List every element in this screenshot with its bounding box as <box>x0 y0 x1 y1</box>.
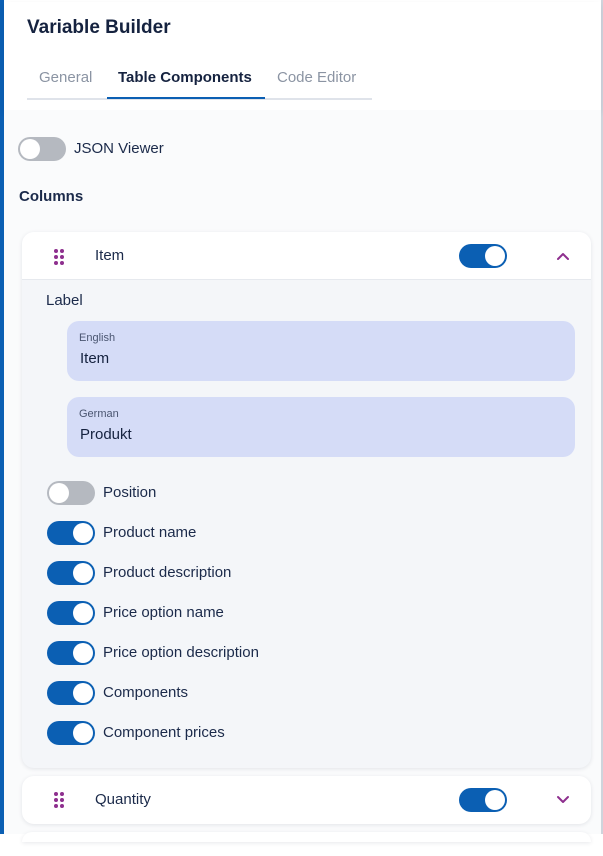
option-label: Component prices <box>103 724 225 741</box>
product-name-toggle[interactable] <box>47 521 95 545</box>
option-label: Position <box>103 484 157 501</box>
option-label: Product description <box>103 564 232 581</box>
column-card-header[interactable]: Item <box>22 232 591 280</box>
column-item-toggle[interactable] <box>459 244 507 268</box>
column-card-quantity[interactable]: Quantity <box>22 776 591 824</box>
component-prices-toggle[interactable] <box>47 721 95 745</box>
active-tab-indicator <box>107 97 265 99</box>
option-label: Product name <box>103 524 197 541</box>
column-card-next <box>22 832 591 842</box>
product-description-toggle[interactable] <box>47 561 95 585</box>
page-title: Variable Builder <box>27 17 171 38</box>
chevron-up-icon[interactable] <box>556 249 570 263</box>
price-option-name-toggle[interactable] <box>47 601 95 625</box>
tab-bar: General Table Components Code Editor <box>27 64 372 100</box>
option-label: Components <box>103 684 189 701</box>
drag-handle-icon[interactable] <box>54 792 64 808</box>
option-label: Price option description <box>103 644 259 661</box>
option-label: Price option name <box>103 604 224 621</box>
german-label-field[interactable]: German Produkt <box>67 397 575 457</box>
column-card-item: Item Label English Item German Produkt P… <box>22 232 591 768</box>
column-quantity-toggle[interactable] <box>459 788 507 812</box>
tab-general[interactable]: General <box>39 69 92 100</box>
chevron-down-icon[interactable] <box>556 793 570 807</box>
field-language: German <box>79 408 119 420</box>
column-name: Item <box>95 247 125 264</box>
components-toggle[interactable] <box>47 681 95 705</box>
panel-content: JSON Viewer Columns Item Label English I… <box>4 110 601 842</box>
tab-code-editor[interactable]: Code Editor <box>277 69 356 100</box>
price-option-description-toggle[interactable] <box>47 641 95 665</box>
panel-header: Variable Builder General Table Component… <box>4 2 601 110</box>
drag-handle-icon[interactable] <box>54 249 64 265</box>
position-toggle[interactable] <box>47 481 95 505</box>
column-name: Quantity <box>95 791 151 808</box>
tab-table-components[interactable]: Table Components <box>118 69 252 100</box>
label-heading: Label <box>46 292 83 309</box>
json-viewer-toggle[interactable] <box>18 137 66 161</box>
english-label-field[interactable]: English Item <box>67 321 575 381</box>
field-value: Item <box>80 350 110 367</box>
json-viewer-label: JSON Viewer <box>74 140 164 157</box>
field-value: Produkt <box>80 426 132 443</box>
columns-heading: Columns <box>19 188 84 205</box>
field-language: English <box>79 332 116 344</box>
